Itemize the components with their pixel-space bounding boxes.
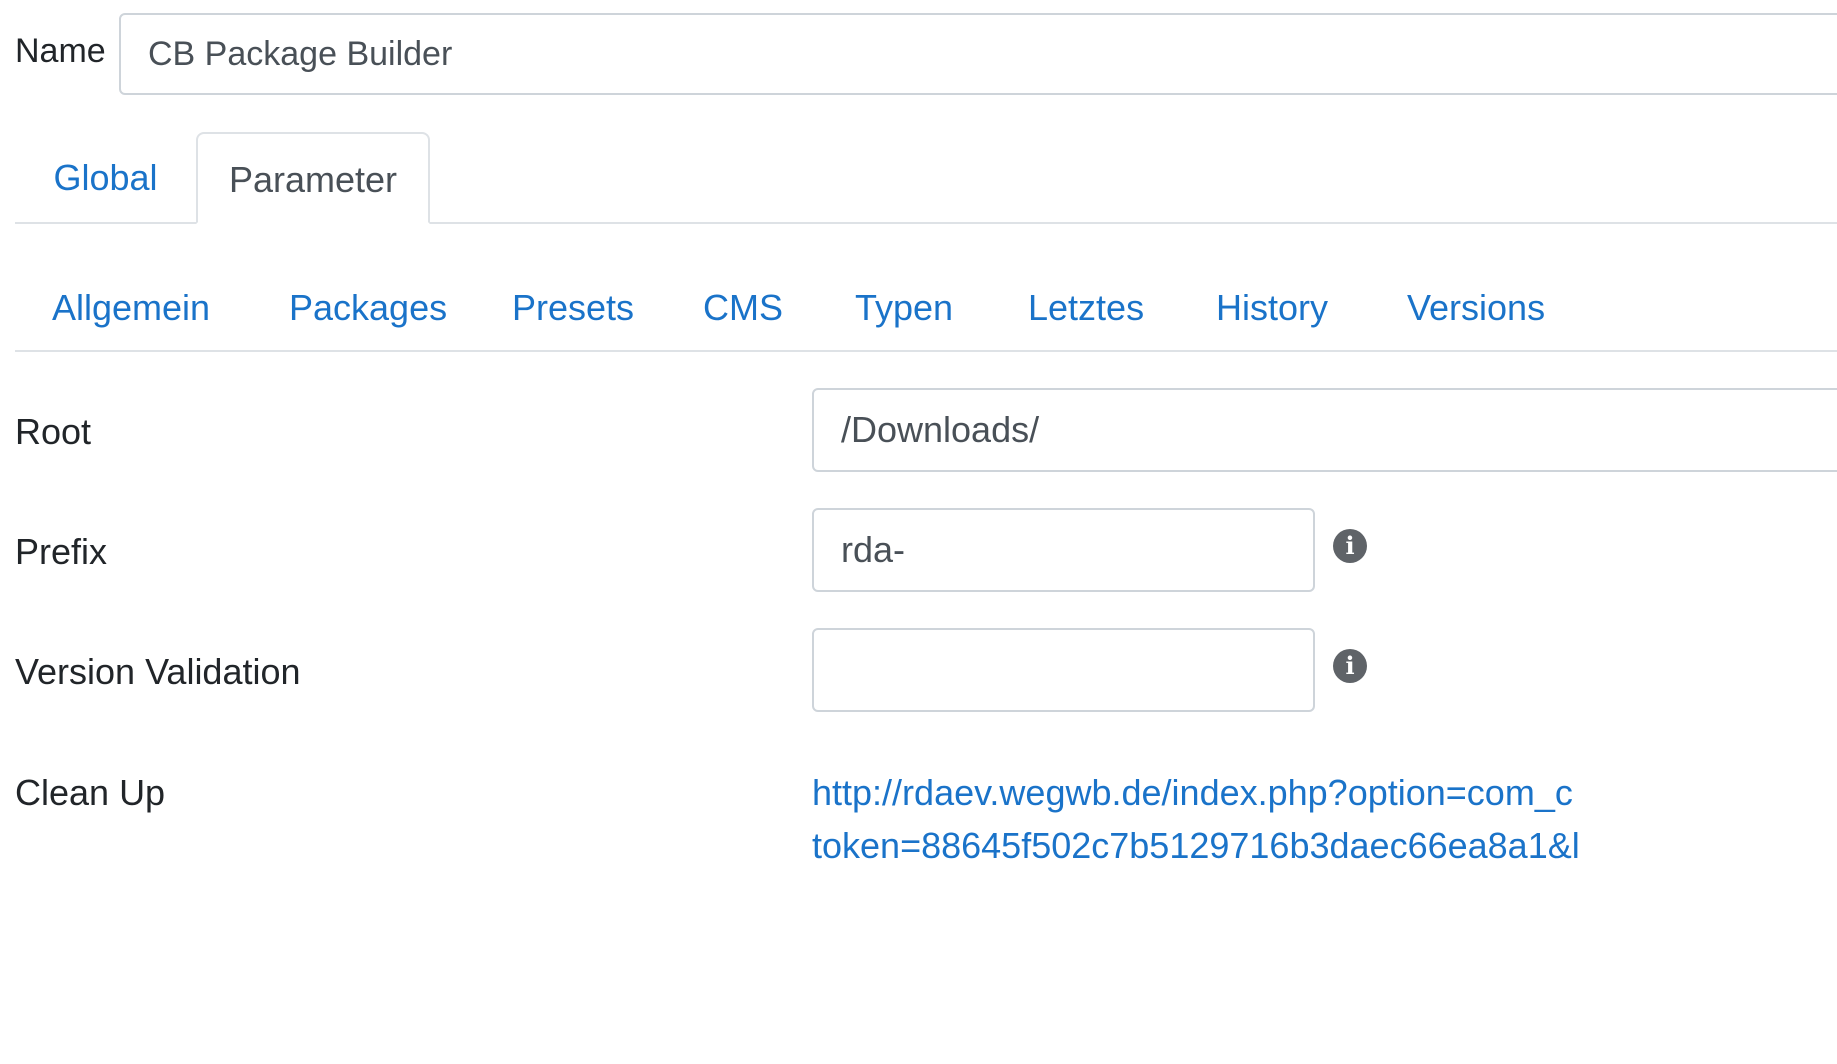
clean-up-label: Clean Up <box>15 772 166 813</box>
version-validation-label: Version Validation <box>15 651 301 692</box>
info-icon[interactable]: i <box>1333 649 1367 683</box>
tab-letztes[interactable]: Letztes <box>1028 262 1144 352</box>
tab-cms[interactable]: CMS <box>703 262 783 352</box>
secondary-tabs: Allgemein Packages Presets CMS Typen Let… <box>15 262 1837 352</box>
tab-history[interactable]: History <box>1216 262 1328 352</box>
tab-presets[interactable]: Presets <box>512 262 634 352</box>
root-label: Root <box>15 411 92 452</box>
clean-up-link-continued[interactable]: token=88645f502c7b5129716b3daec66ea8a1&l <box>812 824 1580 868</box>
tab-global[interactable]: Global <box>15 132 196 224</box>
primary-tabs: Global Parameter <box>15 132 1837 224</box>
name-input[interactable] <box>119 13 1837 95</box>
prefix-input[interactable] <box>812 508 1315 592</box>
info-icon[interactable]: i <box>1333 529 1367 563</box>
cb-package-builder-form: Name Global Parameter Allgemein Packages… <box>0 0 1837 1064</box>
prefix-label: Prefix <box>15 531 108 572</box>
version-validation-input[interactable] <box>812 628 1315 712</box>
tab-typen[interactable]: Typen <box>855 262 953 352</box>
tab-packages[interactable]: Packages <box>289 262 447 352</box>
clean-up-link[interactable]: http://rdaev.wegwb.de/index.php?option=c… <box>812 771 1573 815</box>
tab-versions[interactable]: Versions <box>1407 262 1545 352</box>
tab-allgemein[interactable]: Allgemein <box>52 262 210 352</box>
root-input[interactable] <box>812 388 1837 472</box>
name-label: Name <box>15 32 106 70</box>
tab-parameter[interactable]: Parameter <box>196 132 430 224</box>
